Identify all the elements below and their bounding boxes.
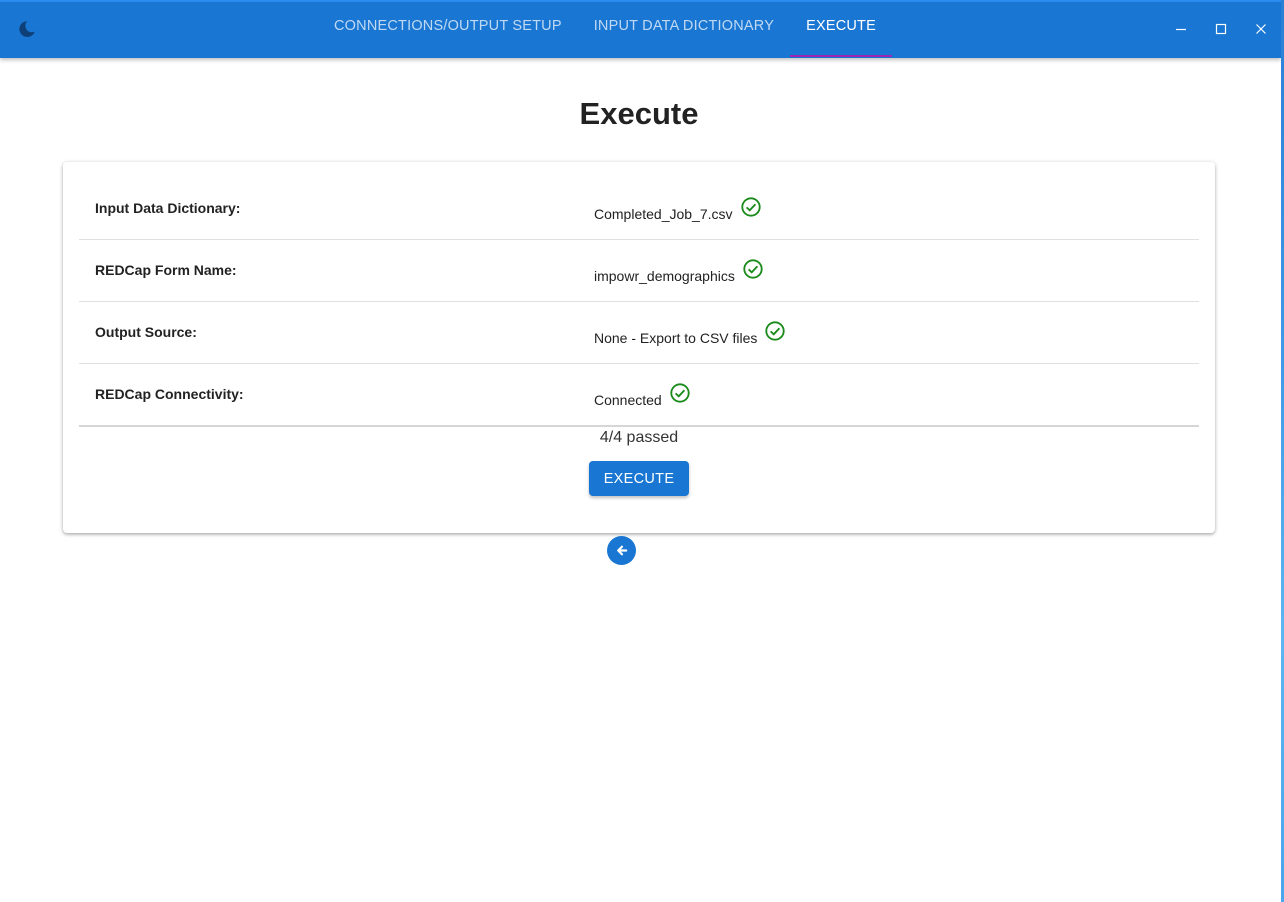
app-bar: CONNECTIONS/OUTPUT SETUP INPUT DATA DICT… <box>0 0 1281 58</box>
row-label: Output Source: <box>95 324 197 340</box>
row-value-text: Connected <box>594 392 662 408</box>
row-value: impowr_demographics <box>594 258 764 284</box>
check-circle-icon <box>669 382 691 404</box>
app-window: CONNECTIONS/OUTPUT SETUP INPUT DATA DICT… <box>0 0 1284 902</box>
check-circle-icon <box>742 258 764 280</box>
table-row: Output Source: None - Export to CSV file… <box>79 302 1199 364</box>
back-button[interactable] <box>607 536 636 565</box>
checks-summary: 4/4 passed <box>599 429 679 446</box>
minimize-icon[interactable] <box>1161 0 1201 58</box>
tab-label: EXECUTE <box>806 17 876 34</box>
table-row: REDCap Form Name: impowr_demographics <box>79 240 1199 302</box>
maximize-icon[interactable] <box>1201 0 1241 58</box>
arrow-left-icon <box>614 543 629 558</box>
moon-icon[interactable] <box>14 16 40 42</box>
tab-bar: CONNECTIONS/OUTPUT SETUP INPUT DATA DICT… <box>318 0 892 58</box>
tab-connections-output-setup[interactable]: CONNECTIONS/OUTPUT SETUP <box>318 0 578 58</box>
status-table: Input Data Dictionary: Completed_Job_7.c… <box>79 178 1199 427</box>
row-value: Completed_Job_7.csv <box>594 196 762 222</box>
check-circle-icon <box>740 196 762 218</box>
window-controls <box>1161 0 1281 58</box>
tab-label: CONNECTIONS/OUTPUT SETUP <box>334 17 562 34</box>
execute-button[interactable]: EXECUTE <box>589 461 689 496</box>
row-label: Input Data Dictionary: <box>95 200 241 216</box>
row-value-text: Completed_Job_7.csv <box>594 206 733 222</box>
close-icon[interactable] <box>1241 0 1281 58</box>
table-row: REDCap Connectivity: Connected <box>79 364 1199 427</box>
row-label: REDCap Form Name: <box>95 262 237 278</box>
tab-input-data-dictionary[interactable]: INPUT DATA DICTIONARY <box>578 0 790 58</box>
table-row: Input Data Dictionary: Completed_Job_7.c… <box>79 178 1199 240</box>
row-value: None - Export to CSV files <box>594 320 786 346</box>
check-circle-icon <box>764 320 786 342</box>
row-label: REDCap Connectivity: <box>95 386 244 402</box>
row-value-text: impowr_demographics <box>594 268 735 284</box>
tab-label: INPUT DATA DICTIONARY <box>593 17 775 34</box>
tab-execute[interactable]: EXECUTE <box>790 0 892 58</box>
row-value-text: None - Export to CSV files <box>594 330 758 346</box>
row-value: Connected <box>594 382 691 408</box>
execute-summary-card: Input Data Dictionary: Completed_Job_7.c… <box>63 162 1215 533</box>
page-title: Execute <box>579 96 699 131</box>
